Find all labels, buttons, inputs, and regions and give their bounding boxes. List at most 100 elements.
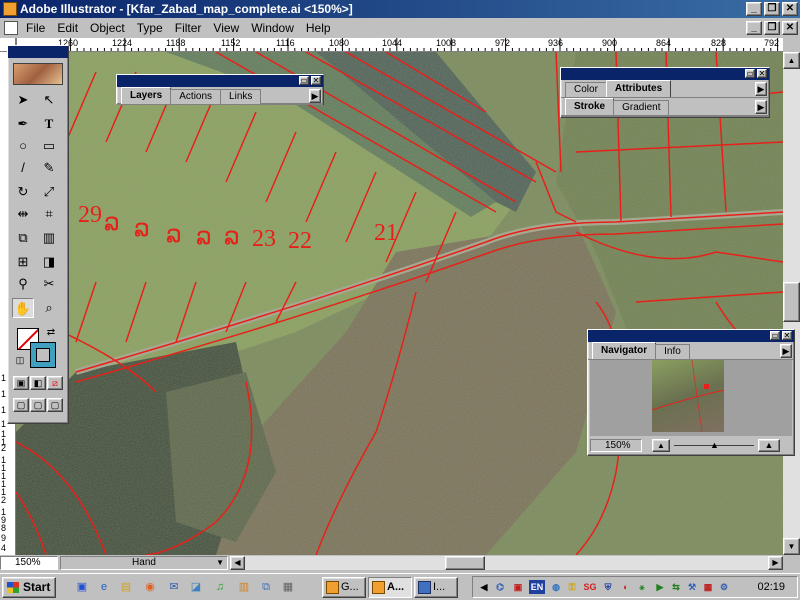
- menu-view[interactable]: View: [207, 21, 245, 35]
- menu-file[interactable]: File: [20, 21, 51, 35]
- blend-tool-icon[interactable]: ⧉: [12, 228, 34, 248]
- doc-minimize-button[interactable]: _: [746, 21, 762, 35]
- scale-tool-icon[interactable]: ⤢: [38, 182, 60, 202]
- navigator-preview-area[interactable]: [590, 360, 792, 436]
- navigator-zoom-slider-thumb-icon[interactable]: ▲: [710, 440, 719, 450]
- document-icon[interactable]: [4, 21, 18, 35]
- monitor-icon[interactable]: ▦: [701, 580, 715, 594]
- menu-edit[interactable]: Edit: [51, 21, 84, 35]
- vertical-scroll-thumb[interactable]: [783, 282, 800, 322]
- zoom-level-field[interactable]: 150%: [0, 556, 58, 570]
- navigator-panel-menu-arrow-icon[interactable]: ▶: [780, 344, 792, 358]
- vertical-scrollbar[interactable]: ▲ ▼: [783, 52, 800, 555]
- color-panel-title-bar[interactable]: ▭ ✕: [561, 68, 769, 80]
- horizontal-scroll-thumb[interactable]: [445, 556, 485, 570]
- menu-window[interactable]: Window: [245, 21, 300, 35]
- rotate-tool-icon[interactable]: ↻: [12, 182, 34, 202]
- zoom-tool-icon[interactable]: ⌕: [38, 298, 60, 318]
- navigator-panel-close-button[interactable]: ✕: [782, 331, 792, 340]
- lock-icon[interactable]: ⚿: [565, 580, 579, 594]
- illustrator-app-icon[interactable]: [3, 2, 17, 16]
- shield-icon[interactable]: ⛨: [601, 580, 615, 594]
- internet-explorer-icon[interactable]: e: [96, 579, 112, 595]
- scissors-tool-icon[interactable]: ✂: [38, 274, 60, 294]
- hardware-icon[interactable]: ⚙: [717, 580, 731, 594]
- tab-links[interactable]: Links: [220, 89, 262, 104]
- tab-layers[interactable]: Layers: [121, 87, 172, 104]
- explorer-icon[interactable]: ⧉: [258, 579, 274, 595]
- illustrator-logo[interactable]: [13, 63, 63, 85]
- browser-icon[interactable]: ◉: [142, 579, 158, 595]
- menu-help[interactable]: Help: [300, 21, 337, 35]
- tab-attributes[interactable]: Attributes: [605, 80, 672, 97]
- play-icon[interactable]: ▶: [653, 580, 667, 594]
- color-mode-icon[interactable]: ▣: [13, 376, 29, 390]
- menu-type[interactable]: Type: [131, 21, 169, 35]
- show-desktop-icon[interactable]: ▣: [74, 579, 90, 595]
- zoom-out-icon[interactable]: ▲: [652, 439, 670, 452]
- language-indicator[interactable]: EN: [529, 580, 545, 594]
- horizontal-scrollbar[interactable]: ◀ ▶: [230, 556, 783, 570]
- navigator-panel-minimize-button[interactable]: ▭: [770, 331, 780, 340]
- color-panel-close-button[interactable]: ✕: [757, 69, 767, 78]
- type-tool-icon[interactable]: T: [38, 114, 60, 134]
- ellipse-tool-icon[interactable]: ○: [12, 136, 34, 156]
- minimize-button[interactable]: _: [746, 2, 762, 16]
- doc-close-button[interactable]: ✕: [782, 21, 798, 35]
- full-screen-mode-icon[interactable]: ▢: [47, 398, 63, 412]
- hand-tool-icon[interactable]: ✋: [12, 298, 34, 318]
- layers-panel-menu-arrow-icon[interactable]: ▶: [309, 89, 321, 103]
- zoom-in-icon[interactable]: ▲: [758, 439, 780, 452]
- scroll-right-icon[interactable]: ▶: [768, 556, 783, 570]
- pen-tool-icon[interactable]: ✒: [12, 114, 34, 134]
- layers-panel-minimize-button[interactable]: ▭: [299, 76, 309, 85]
- standard-screen-mode-icon[interactable]: ▢: [13, 398, 29, 412]
- speaker-icon[interactable]: ◀: [477, 580, 491, 594]
- media-icon[interactable]: ◪: [188, 579, 204, 595]
- tab-stroke[interactable]: Stroke: [565, 98, 615, 115]
- scroll-left-icon[interactable]: ◀: [230, 556, 245, 570]
- pencil-tool-icon[interactable]: ✎: [38, 158, 60, 178]
- direct-selection-tool-icon[interactable]: ↖: [38, 90, 60, 110]
- default-colors-icon[interactable]: ◫: [14, 354, 26, 366]
- color-panel-menu-arrow-icon[interactable]: ▶: [755, 82, 767, 96]
- taskbar-task-g[interactable]: G...: [322, 577, 366, 598]
- taskbar-task-i[interactable]: I...: [414, 577, 458, 598]
- mail-icon[interactable]: ✉: [166, 579, 182, 595]
- graph-tool-icon[interactable]: ▥: [38, 228, 60, 248]
- navigator-panel-title-bar[interactable]: ▭ ✕: [588, 330, 794, 342]
- network-icon[interactable]: ⌬: [493, 580, 507, 594]
- gradient-mode-icon[interactable]: ◧: [30, 376, 46, 390]
- utility-icon[interactable]: ▦: [280, 579, 296, 595]
- close-button[interactable]: ✕: [782, 2, 798, 16]
- none-mode-icon[interactable]: ⧄: [47, 376, 63, 390]
- tab-actions[interactable]: Actions: [170, 89, 222, 104]
- tool-dropdown-arrow-icon[interactable]: ▼: [216, 557, 224, 569]
- swap-fill-stroke-icon[interactable]: ⇄: [44, 326, 58, 340]
- current-tool-field[interactable]: Hand ▼: [60, 556, 228, 570]
- scroll-down-icon[interactable]: ▼: [783, 538, 800, 555]
- full-screen-menu-mode-icon[interactable]: ▢: [30, 398, 46, 412]
- paintbrush-tool-icon[interactable]: /: [12, 158, 34, 178]
- reflect-tool-icon[interactable]: ⇹: [12, 204, 34, 224]
- rectangle-tool-icon[interactable]: ▭: [38, 136, 60, 156]
- tab-color[interactable]: Color: [565, 82, 607, 97]
- scroll-up-icon[interactable]: ▲: [783, 52, 800, 69]
- folder-icon[interactable]: ▤: [118, 579, 134, 595]
- restore-button[interactable]: ❐: [764, 2, 780, 16]
- stroke-panel-menu-arrow-icon[interactable]: ▶: [755, 100, 767, 114]
- navigator-zoom-field[interactable]: 150%: [590, 439, 642, 452]
- layers-panel-title-bar[interactable]: ▭ ✕: [117, 75, 323, 87]
- toolbox-title-bar[interactable]: [8, 46, 68, 58]
- mesh-tool-icon[interactable]: ⊞: [12, 252, 34, 272]
- app-shortcut-icon[interactable]: ▥: [236, 579, 252, 595]
- artboard-canvas[interactable]: 29 ລ ລ ລ ລ ລ 23 22 21: [16, 52, 783, 555]
- eyedropper-tool-icon[interactable]: ⚲: [12, 274, 34, 294]
- doc-restore-button[interactable]: ❐: [764, 21, 780, 35]
- gradient-tool-icon[interactable]: ◨: [38, 252, 60, 272]
- update-icon[interactable]: ◐: [619, 580, 633, 594]
- taskbar-task-illustrator[interactable]: A...: [368, 577, 412, 598]
- music-icon[interactable]: ♫: [212, 579, 228, 595]
- tab-gradient[interactable]: Gradient: [613, 100, 670, 115]
- connection-icon[interactable]: ⚹: [635, 580, 649, 594]
